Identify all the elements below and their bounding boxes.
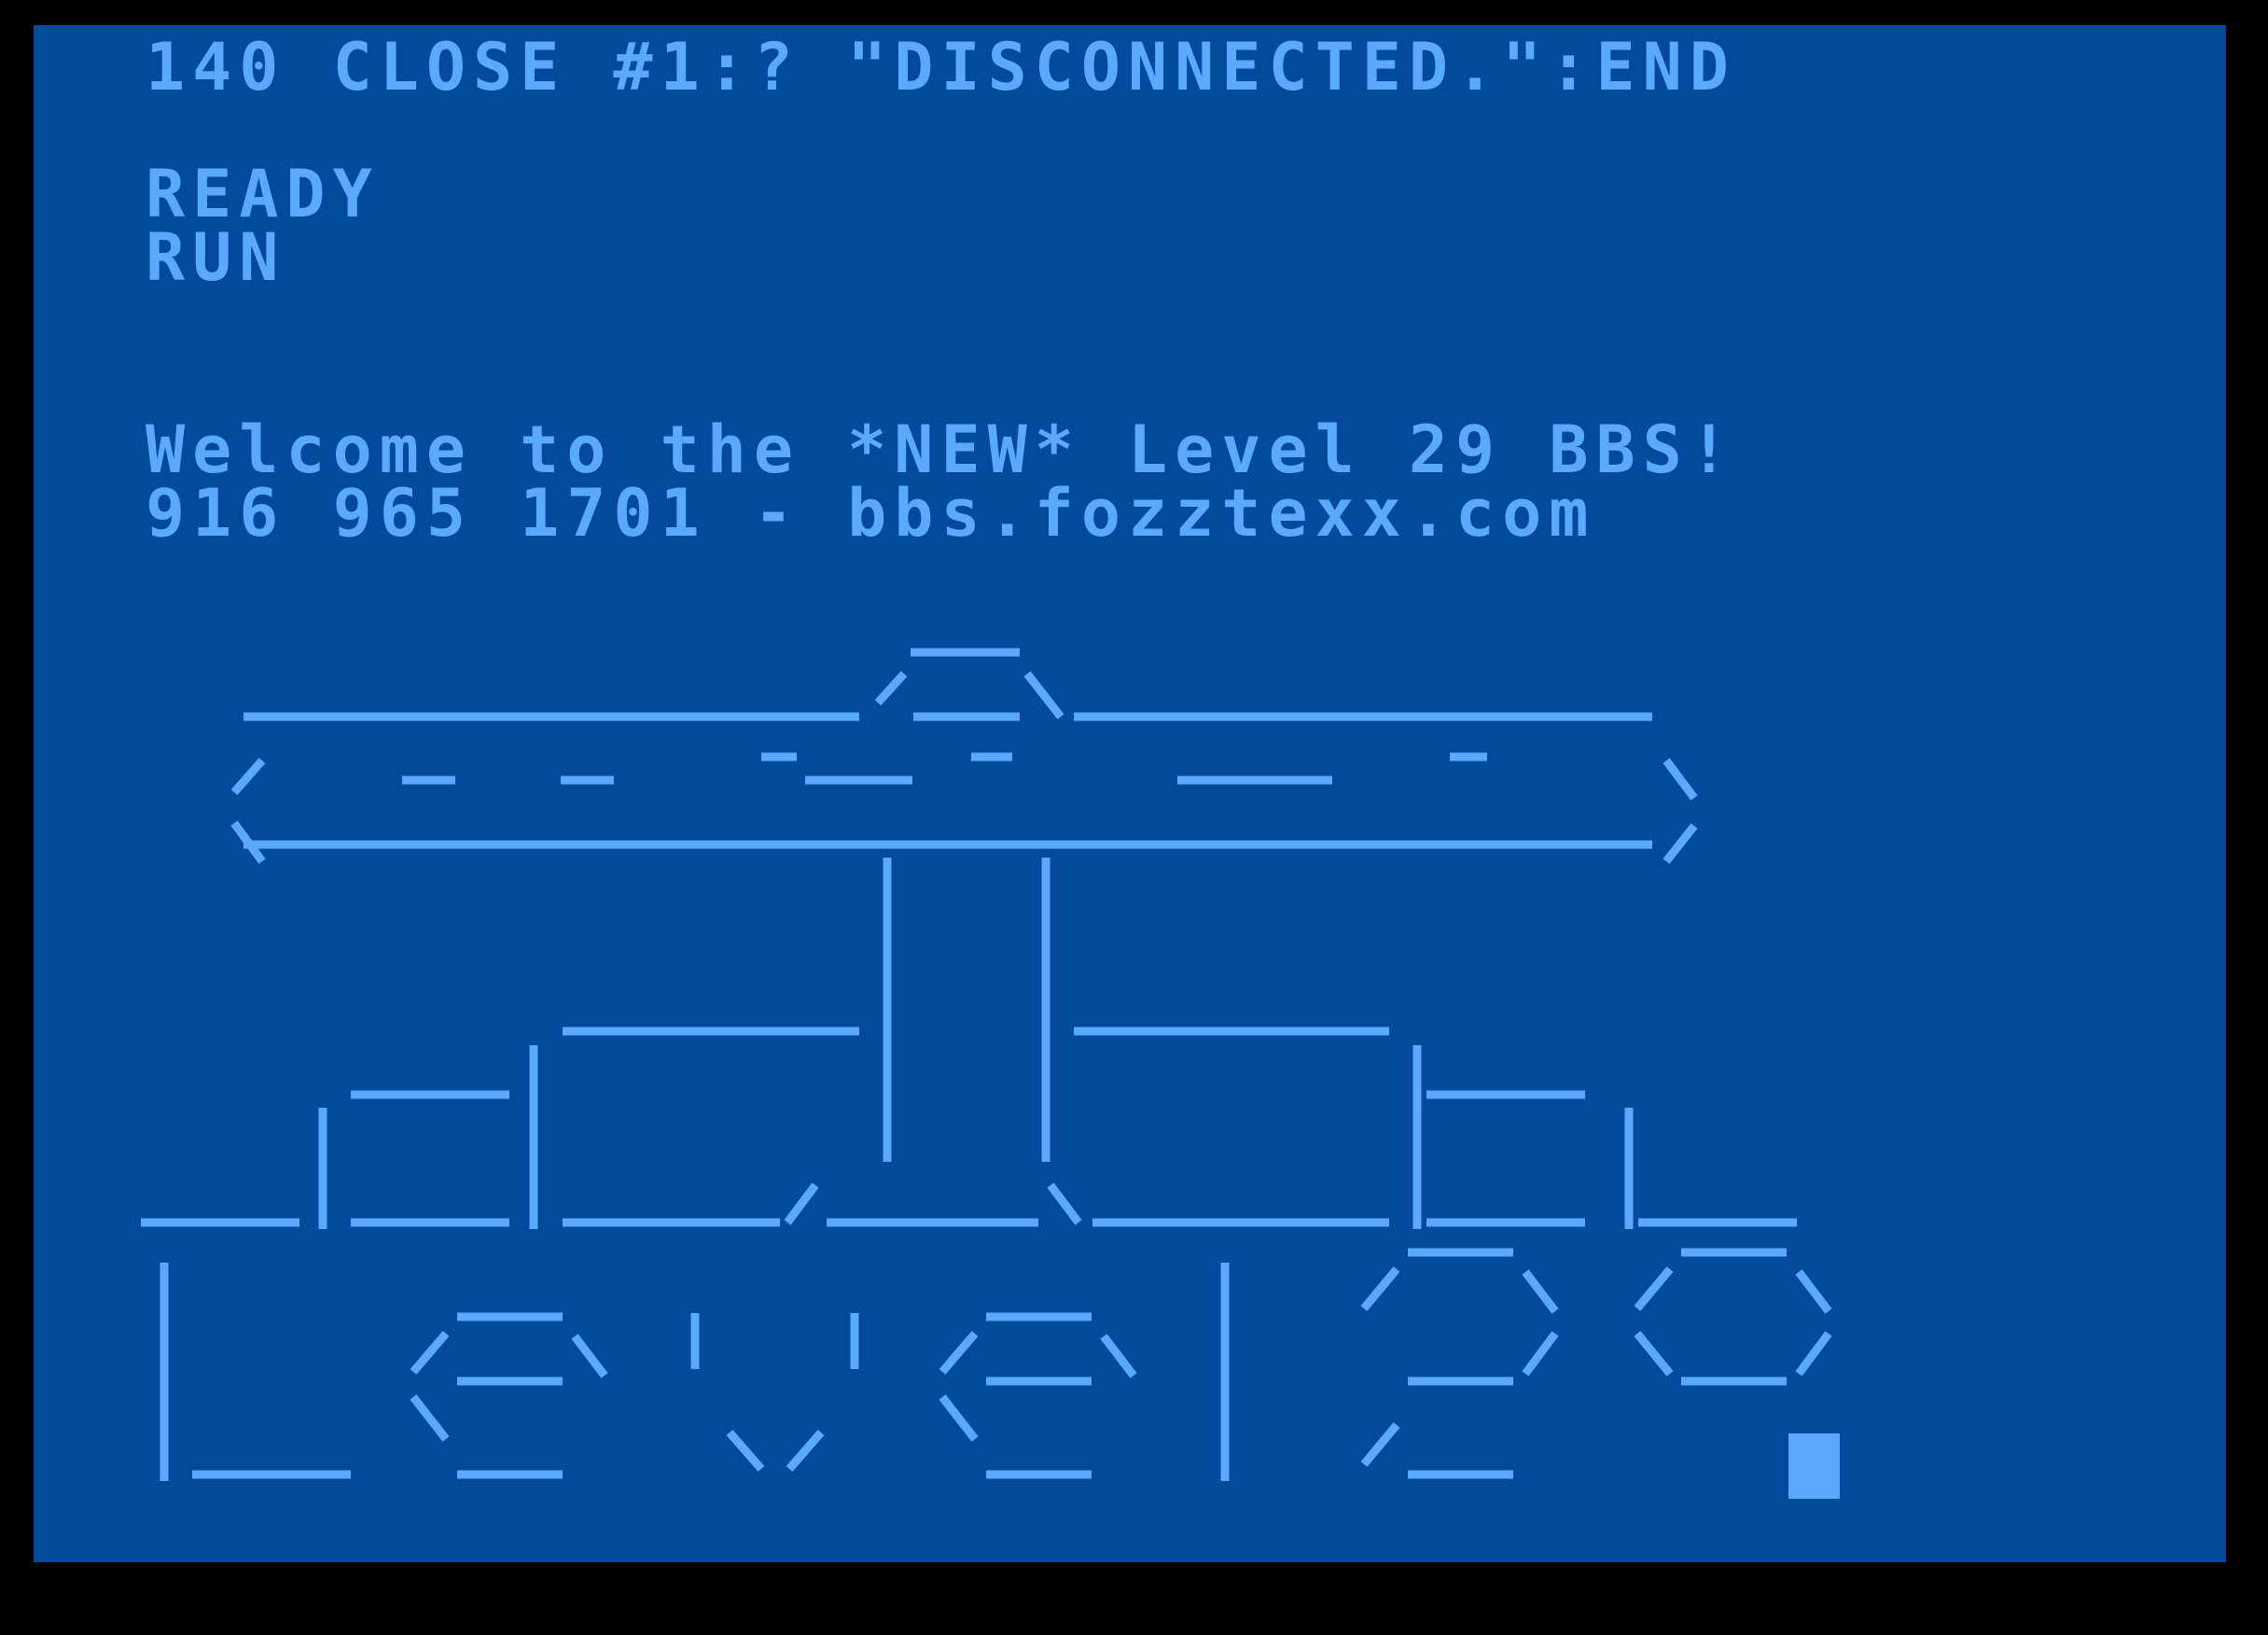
terminal-screen[interactable]: 140 CLOSE #1:? "DISCONNECTED.":END READY…: [34, 25, 2226, 1562]
level29-logo-art: [160, 1248, 1832, 1481]
biplane-icon: [141, 648, 1797, 1229]
biplane-ascii-art-icon: [141, 648, 1832, 1481]
terminal-cursor: [1788, 1433, 1840, 1499]
